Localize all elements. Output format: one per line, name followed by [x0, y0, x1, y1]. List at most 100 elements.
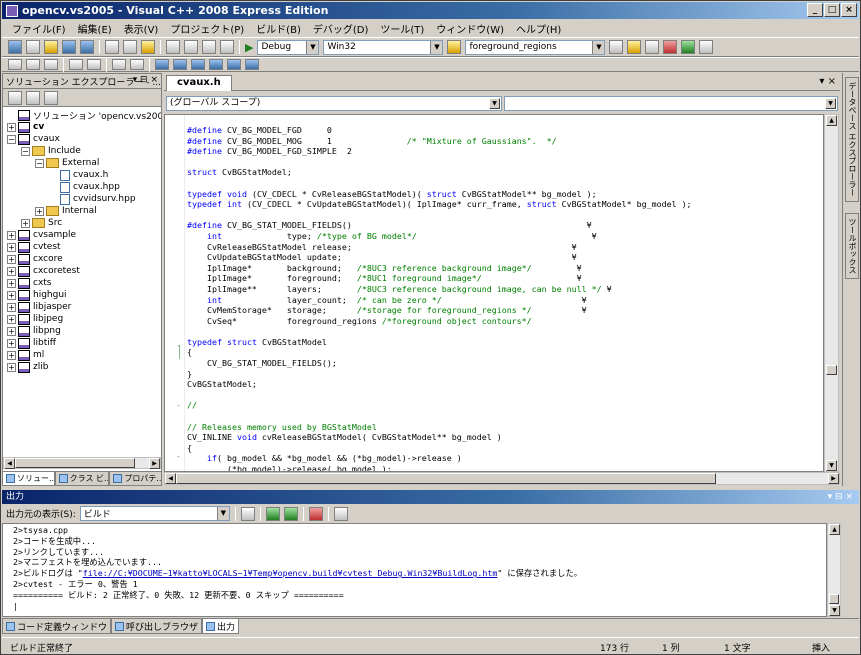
tree-horizontal-scrollbar[interactable]: ◀ ▶ — [3, 457, 161, 469]
save-all-icon[interactable] — [80, 40, 94, 54]
output-text[interactable]: 2>tsysa.cpp 2>コードを生成中... 2>リンクしています... 2>マニ… — [2, 523, 827, 617]
paste-icon[interactable] — [141, 40, 155, 54]
tree-node[interactable]: + cxcore — [3, 253, 161, 265]
show-all-files-icon[interactable] — [26, 90, 40, 105]
bookmark-clear-icon[interactable] — [245, 59, 259, 70]
tree-node[interactable]: + libpng — [3, 325, 161, 337]
output-source-select[interactable]: ビルド ▼ — [79, 506, 230, 521]
new-project-icon[interactable] — [8, 40, 22, 54]
solution-config-select[interactable]: Debug ▼ — [257, 39, 320, 55]
find-in-files-icon[interactable] — [447, 40, 462, 54]
tree-node[interactable]: + cvsample — [3, 229, 161, 241]
word-wrap-icon[interactable] — [333, 506, 348, 521]
menu-item[interactable]: 表示(V) — [118, 21, 165, 36]
bookmark-prev-icon[interactable] — [173, 59, 187, 70]
tree-node[interactable]: + libjpeg — [3, 313, 161, 325]
expander-icon[interactable]: + — [7, 242, 16, 252]
pane-tab[interactable]: クラス ビ... — [54, 472, 110, 486]
solution-explorer-icon[interactable] — [627, 40, 642, 54]
navigate-forward-icon[interactable] — [220, 40, 234, 54]
pane-tab[interactable]: プロパテ... — [109, 472, 163, 486]
menu-item[interactable]: ツール(T) — [374, 21, 430, 36]
expander-icon[interactable]: + — [7, 362, 16, 372]
menu-item[interactable]: デバッグ(D) — [307, 21, 375, 36]
output-pane-controls-icon[interactable]: ▾ ⊟ × — [828, 490, 853, 504]
expander-icon[interactable]: + — [7, 350, 16, 360]
tree-node[interactable]: + zlib — [3, 361, 161, 373]
tree-node[interactable]: cvaux.hpp — [3, 181, 161, 193]
code-editor[interactable]: - - - #define CV_BG_MODEL_FGD 0 #define C… — [164, 114, 824, 472]
comment-icon[interactable] — [112, 59, 126, 70]
tree-node[interactable]: + cvtest — [3, 241, 161, 253]
tree-node[interactable]: cvvidsurv.hpp — [3, 193, 161, 205]
tree-node[interactable]: − cvaux — [3, 133, 161, 145]
start-page-icon[interactable] — [681, 40, 696, 54]
bookmark-prev-folder-icon[interactable] — [209, 59, 223, 70]
menu-item[interactable]: ウィンドウ(W) — [430, 21, 510, 36]
start-debug-icon[interactable]: ▶ — [245, 41, 253, 54]
quick-info-icon[interactable] — [44, 59, 58, 70]
add-item-icon[interactable] — [26, 40, 40, 54]
copy-icon[interactable] — [123, 40, 137, 54]
maximize-button[interactable]: □ — [824, 3, 840, 17]
increase-indent-icon[interactable] — [87, 59, 101, 70]
expander-icon[interactable]: − — [21, 146, 30, 156]
parameter-info-icon[interactable] — [26, 59, 40, 70]
editor-vertical-scrollbar[interactable]: ▲ ▼ — [824, 114, 839, 472]
properties-icon[interactable] — [8, 90, 22, 105]
toolbox-icon[interactable] — [663, 40, 678, 54]
expander-icon[interactable]: + — [7, 266, 16, 276]
uncomment-icon[interactable] — [130, 59, 144, 70]
find-message-icon[interactable] — [240, 506, 255, 521]
tab-cvaux-h[interactable]: cvaux.h — [166, 75, 232, 91]
editor-tab-close-icon[interactable]: ▾ × — [819, 76, 836, 87]
member-select[interactable]: ▼ — [504, 96, 838, 111]
scope-select[interactable]: (グローバル スコープ) ▼ — [166, 96, 502, 111]
menu-item[interactable]: ファイル(F) — [6, 21, 72, 36]
tree-node[interactable]: + Internal — [3, 205, 161, 217]
other-windows-icon[interactable] — [699, 40, 714, 54]
tree-node[interactable]: − External — [3, 157, 161, 169]
expander-icon[interactable]: + — [7, 230, 16, 240]
find-icon[interactable] — [609, 40, 624, 54]
expander-icon[interactable]: + — [7, 338, 16, 348]
navigate-back-icon[interactable] — [202, 40, 216, 54]
minimize-button[interactable]: _ — [807, 3, 823, 17]
expander-icon[interactable]: + — [7, 314, 16, 324]
database-explorer-tab[interactable]: データベース エクスプローラー — [845, 77, 859, 202]
output-tab[interactable]: 出力 — [202, 619, 240, 634]
tree-node[interactable]: + cv — [3, 121, 161, 133]
menu-item[interactable]: ヘルプ(H) — [510, 21, 567, 36]
decrease-indent-icon[interactable] — [69, 59, 83, 70]
output-vertical-scrollbar[interactable]: ▲ ▼ — [827, 523, 841, 617]
expander-icon[interactable]: − — [7, 134, 16, 144]
editor-horizontal-scrollbar[interactable]: ◀ ▶ — [164, 472, 840, 485]
tree-node[interactable]: + cxts — [3, 277, 161, 289]
tree-node[interactable]: + cxcoretest — [3, 265, 161, 277]
tree-node[interactable]: − Include — [3, 145, 161, 157]
refresh-icon[interactable] — [44, 90, 58, 105]
output-tab[interactable]: 呼び出しブラウザ — [111, 619, 203, 634]
bookmark-toggle-icon[interactable] — [155, 59, 169, 70]
tree-node[interactable]: cvaux.h — [3, 169, 161, 181]
menu-item[interactable]: ビルド(B) — [250, 21, 307, 36]
toolbox-tab[interactable]: ツールボックス — [845, 213, 859, 279]
expander-icon[interactable]: + — [21, 218, 30, 228]
close-button[interactable]: × — [841, 3, 857, 17]
open-file-icon[interactable] — [44, 40, 58, 54]
expander-icon[interactable]: + — [7, 290, 16, 300]
bookmark-next-folder-icon[interactable] — [227, 59, 241, 70]
save-icon[interactable] — [62, 40, 76, 54]
next-message-icon[interactable] — [283, 506, 298, 521]
redo-icon[interactable] — [184, 40, 198, 54]
undo-icon[interactable] — [166, 40, 180, 54]
tree-node[interactable]: + highgui — [3, 289, 161, 301]
solution-platform-select[interactable]: Win32 ▼ — [323, 39, 444, 55]
expander-icon[interactable]: − — [35, 158, 44, 168]
tree-node[interactable]: ソリューション 'opencv.vs2005' (14 プ — [3, 109, 161, 122]
menu-item[interactable]: プロジェクト(P) — [164, 21, 250, 36]
expander-icon[interactable]: + — [7, 122, 16, 132]
bookmark-next-icon[interactable] — [191, 59, 205, 70]
cut-icon[interactable] — [105, 40, 119, 54]
output-tab[interactable]: コード定義ウィンドウ — [2, 619, 112, 634]
